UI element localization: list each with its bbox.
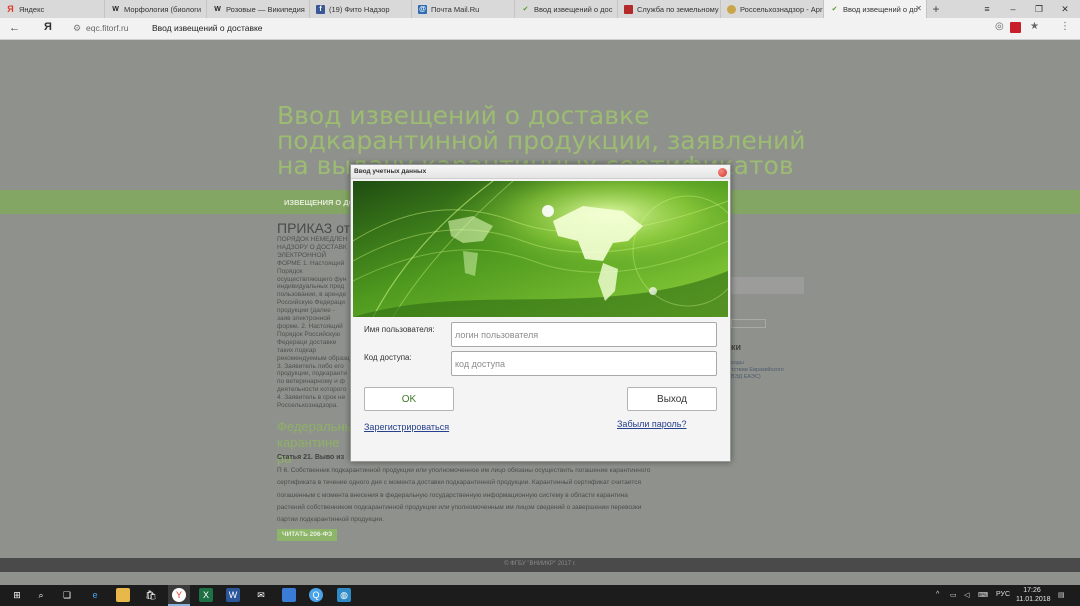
volume-icon[interactable]: ◁ <box>964 591 969 599</box>
windows-start-icon[interactable]: ⊞ <box>10 588 24 602</box>
tab-label: Россельхознадзор - Apr <box>740 4 823 14</box>
land-service-icon <box>624 4 633 14</box>
word-icon[interactable]: W <box>226 588 240 602</box>
site-settings-icon[interactable]: ⚙ <box>73 23 81 34</box>
wikipedia-icon: W <box>112 5 119 13</box>
tab-rosaceae[interactable]: W Розовые — Википедия <box>207 0 310 18</box>
tab-land-service[interactable]: Служба по земельному <box>618 0 721 18</box>
menu-icon[interactable]: ≡ <box>974 0 1000 18</box>
order-text: ПОРЯДОК НЕМЕДЛЕН НАДЗОРУ О ДОСТАВК ЭЛЕКТ… <box>277 236 350 408</box>
downloads-icon[interactable]: ⋮ <box>1060 21 1070 32</box>
new-tab-button[interactable]: + <box>927 0 945 18</box>
register-link[interactable]: Зарегистрироваться <box>364 422 449 432</box>
ok-button[interactable]: OK <box>364 387 454 411</box>
tab-label: Почта Mail.Ru <box>431 4 480 14</box>
clock-time: 17:26 <box>1023 587 1041 594</box>
tab-yandex[interactable]: Я Яндекс <box>0 0 105 18</box>
tab-eqc-1[interactable]: ✔ Ввод извещений о дос <box>515 0 618 18</box>
login-dialog: Ввод учетных данных Имя пользователя: ло… <box>350 164 731 462</box>
protect-icon[interactable]: ◎ <box>995 21 1004 32</box>
url-page-title[interactable]: Ввод извещений о доставке <box>152 23 263 33</box>
order-heading: ПРИКАЗ от <box>277 220 351 236</box>
tab-fito-nadzor[interactable]: f (19) Фито Надзор <box>310 0 412 18</box>
search-app-icon[interactable]: Q <box>309 588 323 602</box>
dialog-header: Ввод учетных данных <box>351 165 730 179</box>
bookmark-star-icon[interactable]: ★ <box>1030 21 1039 32</box>
exit-button[interactable]: Выход <box>627 387 717 411</box>
side-input[interactable] <box>731 319 766 328</box>
tab-label: Яндекс <box>19 4 45 14</box>
url-domain[interactable]: eqc.fitorf.ru <box>86 23 129 33</box>
tab-eqc-active[interactable]: ✔ Ввод извещений о до ✕ <box>824 0 927 18</box>
read-law-button[interactable]: ЧИТАТЬ 206-ФЗ <box>277 529 338 541</box>
yandex-logo-icon[interactable]: Я <box>44 21 52 33</box>
tab-label: Ввод извещений о дос <box>534 4 613 14</box>
tab-mail[interactable]: @ Почта Mail.Ru <box>412 0 515 18</box>
nav-item-notices[interactable]: ИЗВЕЩЕНИЯ О ДО <box>284 198 355 207</box>
clock[interactable]: 17:26 11.01.2018 <box>1016 586 1051 604</box>
tab-label: Розовые — Википедия <box>226 4 305 14</box>
store-icon[interactable]: 🛍 <box>144 588 158 602</box>
close-tab-icon[interactable]: ✕ <box>915 4 922 13</box>
yandex-browser-icon[interactable]: Y <box>172 588 186 602</box>
extension-icon[interactable] <box>1010 22 1021 33</box>
minimize-icon[interactable]: – <box>1000 0 1026 18</box>
side-link[interactable]: ходы <box>731 360 744 366</box>
globe-icon[interactable]: ◍ <box>337 588 351 602</box>
article-heading: Статья 21. Выво из <box>277 454 345 461</box>
tab-label: (19) Фито Надзор <box>329 4 390 14</box>
back-arrow-icon[interactable]: ← <box>9 22 20 34</box>
access-code-label: Код доступа: <box>364 353 412 362</box>
side-link[interactable]: тствии Евразийского <box>731 367 784 373</box>
globe-banner-image <box>353 181 728 317</box>
tab-morphology[interactable]: W Морфология (биологи <box>105 0 207 18</box>
keyboard-icon[interactable]: ⌨ <box>978 591 988 599</box>
username-input[interactable] <box>451 322 717 347</box>
clock-date: 11.01.2018 <box>1016 596 1051 603</box>
close-dialog-icon[interactable] <box>718 168 727 177</box>
close-window-icon[interactable]: ✕ <box>1052 0 1078 18</box>
language-indicator[interactable]: РУС <box>996 591 1010 598</box>
yandex-icon: Я <box>7 4 14 14</box>
rosselkhoz-icon <box>727 4 736 14</box>
photos-icon[interactable] <box>282 588 296 602</box>
username-label: Имя пользователя: <box>364 325 435 334</box>
windows-taskbar: ⊞ ⌕ ❏ e 🛍 Y X W ✉ Q ◍ ^ ▭ ◁ ⌨ РУС 17:26 … <box>0 585 1080 606</box>
fitorf-icon: ✔ <box>522 6 529 13</box>
tray-arrow-icon[interactable]: ^ <box>936 591 939 598</box>
task-view-icon[interactable]: ❏ <box>60 588 74 602</box>
tab-label: Ввод извещений о до <box>843 4 918 14</box>
network-icon[interactable]: ▭ <box>950 591 957 599</box>
mail-icon: @ <box>418 4 427 14</box>
forgot-password-link[interactable]: Забыли пароль? <box>617 419 686 429</box>
excel-icon[interactable]: X <box>199 588 213 602</box>
article-paragraph: П 6. Собственник подкарантинной продукци… <box>277 467 651 524</box>
side-field <box>731 277 804 294</box>
tab-rosselkhoznadzor[interactable]: Россельхознадзор - Apr <box>721 0 824 18</box>
globe-banner-graphic <box>353 181 728 317</box>
fitorf-icon: ✔ <box>831 6 838 13</box>
browser-tab-strip: Я Яндекс W Морфология (биологи W Розовые… <box>0 0 1080 18</box>
side-link[interactable]: ВЭД ЕАЭС) <box>731 374 761 380</box>
tab-label: Морфология (биологи <box>124 4 202 14</box>
search-icon[interactable]: ⌕ <box>34 588 48 602</box>
notifications-icon[interactable]: ▤ <box>1058 591 1065 599</box>
edge-icon[interactable]: e <box>88 588 102 602</box>
mail-icon[interactable]: ✉ <box>254 588 268 602</box>
wikipedia-icon: W <box>214 5 221 13</box>
address-bar: ← Я ⚙ eqc.fitorf.ru Ввод извещений о дос… <box>0 18 1080 40</box>
access-code-input[interactable] <box>451 351 717 376</box>
footer-copyright: © ФГБУ "ВНИИКР" 2017 г. <box>504 561 576 567</box>
side-heading: ки <box>731 342 742 352</box>
facebook-icon: f <box>316 4 325 14</box>
file-explorer-icon[interactable] <box>116 588 130 602</box>
restore-icon[interactable]: ❐ <box>1026 0 1052 18</box>
tab-label: Служба по земельному <box>637 4 719 14</box>
dialog-title: Ввод учетных данных <box>354 168 427 175</box>
